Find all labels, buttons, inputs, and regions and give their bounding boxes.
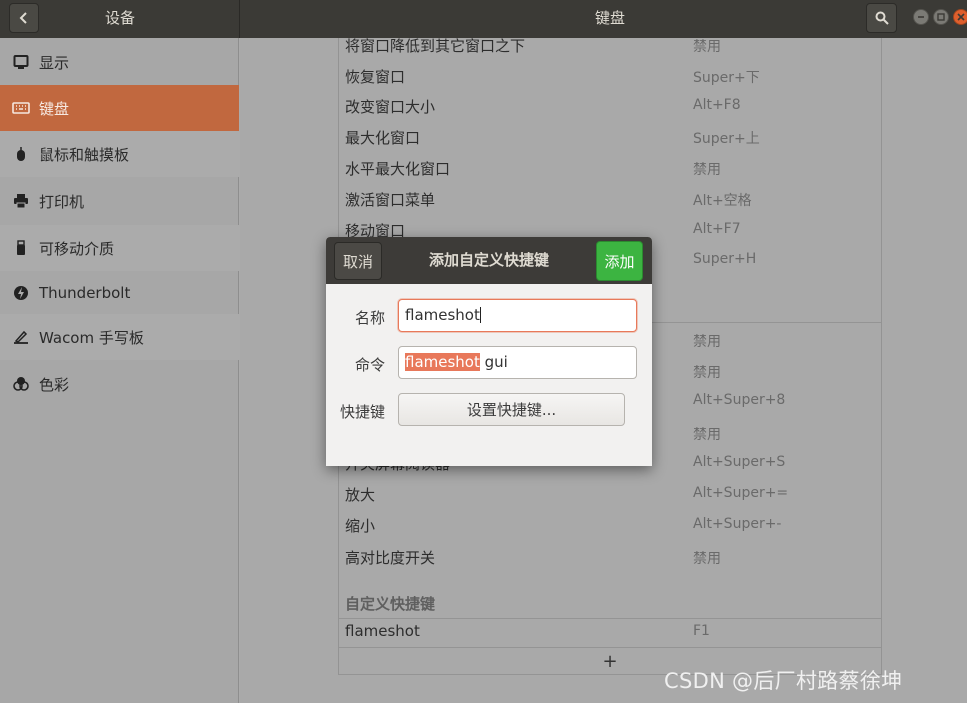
shortcut-name: flameshot bbox=[345, 622, 420, 640]
minimize-button[interactable] bbox=[913, 9, 929, 25]
command-value: gui bbox=[479, 353, 508, 371]
shortcut-row[interactable]: 高对比度开关 禁用 bbox=[339, 541, 881, 572]
usb-drive-icon bbox=[12, 239, 30, 257]
shortcut-key: Alt+F7 bbox=[693, 221, 741, 237]
sidebar-item-label: 打印机 bbox=[39, 192, 85, 211]
shortcut-key: Alt+Super+= bbox=[693, 485, 789, 501]
custom-shortcut-row[interactable]: flameshot F1 bbox=[339, 616, 881, 647]
plus-icon: + bbox=[602, 650, 618, 672]
shortcut-key: Alt+Super+- bbox=[693, 516, 782, 532]
name-label: 名称 bbox=[354, 309, 385, 327]
sidebar-item-wacom[interactable]: Wacom 手写板 bbox=[0, 314, 239, 360]
set-shortcut-button[interactable]: 设置快捷键... bbox=[398, 393, 625, 426]
minimize-icon bbox=[918, 16, 924, 18]
shortcut-key: F1 bbox=[693, 623, 710, 639]
shortcut-key: Super+上 bbox=[693, 131, 760, 147]
shortcut-name: 改变窗口大小 bbox=[345, 98, 436, 116]
maximize-icon bbox=[937, 13, 945, 21]
custom-shortcuts-heading: 自定义快捷键 bbox=[345, 595, 436, 613]
shortcut-label: 快捷键 bbox=[339, 403, 385, 421]
shortcut-row[interactable]: 恢复窗口 Super+下 bbox=[339, 60, 881, 91]
tablet-icon bbox=[12, 328, 30, 346]
sidebar-item-label: Thunderbolt bbox=[39, 284, 131, 302]
shortcut-key: Super+下 bbox=[693, 70, 760, 86]
shortcut-name: 高对比度开关 bbox=[345, 549, 436, 567]
sidebar-item-printer[interactable]: 打印机 bbox=[0, 178, 239, 224]
close-button[interactable] bbox=[953, 9, 967, 25]
sidebar-item-label: 键盘 bbox=[39, 99, 70, 118]
printer-icon bbox=[12, 192, 30, 210]
color-icon bbox=[12, 375, 30, 393]
shortcut-row[interactable]: 将窗口降低到其它窗口之下 禁用 bbox=[339, 29, 881, 60]
shortcut-row[interactable]: 缩小 Alt+Super+- bbox=[339, 509, 881, 540]
shortcut-key: 禁用 bbox=[693, 162, 721, 178]
shortcut-key: Alt+Super+8 bbox=[693, 392, 786, 408]
shortcut-row[interactable]: 改变窗口大小 Alt+F8 bbox=[339, 90, 881, 121]
command-label: 命令 bbox=[354, 356, 385, 374]
add-button[interactable]: 添加 bbox=[596, 241, 643, 281]
shortcut-key: 禁用 bbox=[693, 334, 721, 350]
shortcut-name: 水平最大化窗口 bbox=[345, 160, 451, 178]
shortcut-name: 激活窗口菜单 bbox=[345, 191, 436, 209]
sidebar-item-label: 可移动介质 bbox=[39, 239, 115, 258]
dialog-header: 取消 添加自定义快捷键 添加 bbox=[326, 237, 652, 284]
close-icon bbox=[957, 13, 965, 21]
shortcut-name: 放大 bbox=[345, 486, 376, 504]
shortcut-row[interactable]: 激活窗口菜单 Alt+空格 bbox=[339, 183, 881, 214]
shortcut-key: 禁用 bbox=[693, 551, 721, 567]
mouse-icon bbox=[12, 145, 30, 163]
sidebar-item-label: 鼠标和触摸板 bbox=[39, 145, 130, 164]
shortcut-key: Super+H bbox=[693, 251, 757, 267]
shortcut-key: 禁用 bbox=[693, 427, 721, 443]
command-selection: flameshot bbox=[405, 353, 480, 371]
command-field[interactable]: flameshot gui bbox=[398, 346, 637, 379]
keyboard-icon bbox=[12, 99, 30, 117]
search-icon bbox=[875, 11, 889, 25]
shortcut-name: 将窗口降低到其它窗口之下 bbox=[345, 37, 526, 55]
shortcut-key: 禁用 bbox=[693, 39, 721, 55]
sidebar-item-color[interactable]: 色彩 bbox=[0, 361, 239, 407]
shortcut-row[interactable]: 最大化窗口 Super+上 bbox=[339, 121, 881, 152]
shortcut-row[interactable]: 水平最大化窗口 禁用 bbox=[339, 152, 881, 183]
sidebar-title: 设备 bbox=[104, 9, 135, 27]
sidebar-item-display[interactable]: 显示 bbox=[0, 39, 239, 85]
add-custom-shortcut-dialog: 取消 添加自定义快捷键 添加 名称 flameshot 命令 flameshot… bbox=[326, 237, 652, 466]
sidebar-item-removable-media[interactable]: 可移动介质 bbox=[0, 225, 239, 271]
cancel-button[interactable]: 取消 bbox=[334, 242, 382, 280]
sidebar: 显示 键盘 鼠标和触摸板 打印机 可移动介质 Thunderbolt Wacom… bbox=[0, 38, 239, 703]
sidebar-item-label: 色彩 bbox=[39, 375, 70, 394]
sidebar-item-mouse[interactable]: 鼠标和触摸板 bbox=[0, 131, 239, 177]
sidebar-item-thunderbolt[interactable]: Thunderbolt bbox=[0, 270, 239, 316]
text-caret bbox=[479, 307, 481, 323]
sidebar-item-label: Wacom 手写板 bbox=[39, 328, 144, 347]
shortcut-name: 恢复窗口 bbox=[345, 68, 406, 86]
watermark: CSDN @后厂村路蔡徐坤 bbox=[664, 669, 903, 693]
shortcut-name: 缩小 bbox=[345, 517, 376, 535]
shortcut-row[interactable]: 放大 Alt+Super+= bbox=[339, 478, 881, 509]
shortcut-name: 最大化窗口 bbox=[345, 129, 421, 147]
shortcut-key: Alt+空格 bbox=[693, 193, 752, 209]
name-field[interactable]: flameshot bbox=[398, 299, 637, 332]
thunderbolt-icon bbox=[12, 284, 30, 302]
dialog-title: 添加自定义快捷键 bbox=[428, 251, 549, 269]
shortcut-key: Alt+F8 bbox=[693, 97, 741, 113]
shortcut-key: 禁用 bbox=[693, 365, 721, 381]
shortcut-key: Alt+Super+S bbox=[693, 454, 786, 470]
sidebar-item-keyboard[interactable]: 键盘 bbox=[0, 85, 239, 131]
display-icon bbox=[12, 53, 30, 71]
name-value: flameshot bbox=[405, 306, 480, 324]
maximize-button[interactable] bbox=[933, 9, 949, 25]
sidebar-item-label: 显示 bbox=[39, 53, 70, 72]
